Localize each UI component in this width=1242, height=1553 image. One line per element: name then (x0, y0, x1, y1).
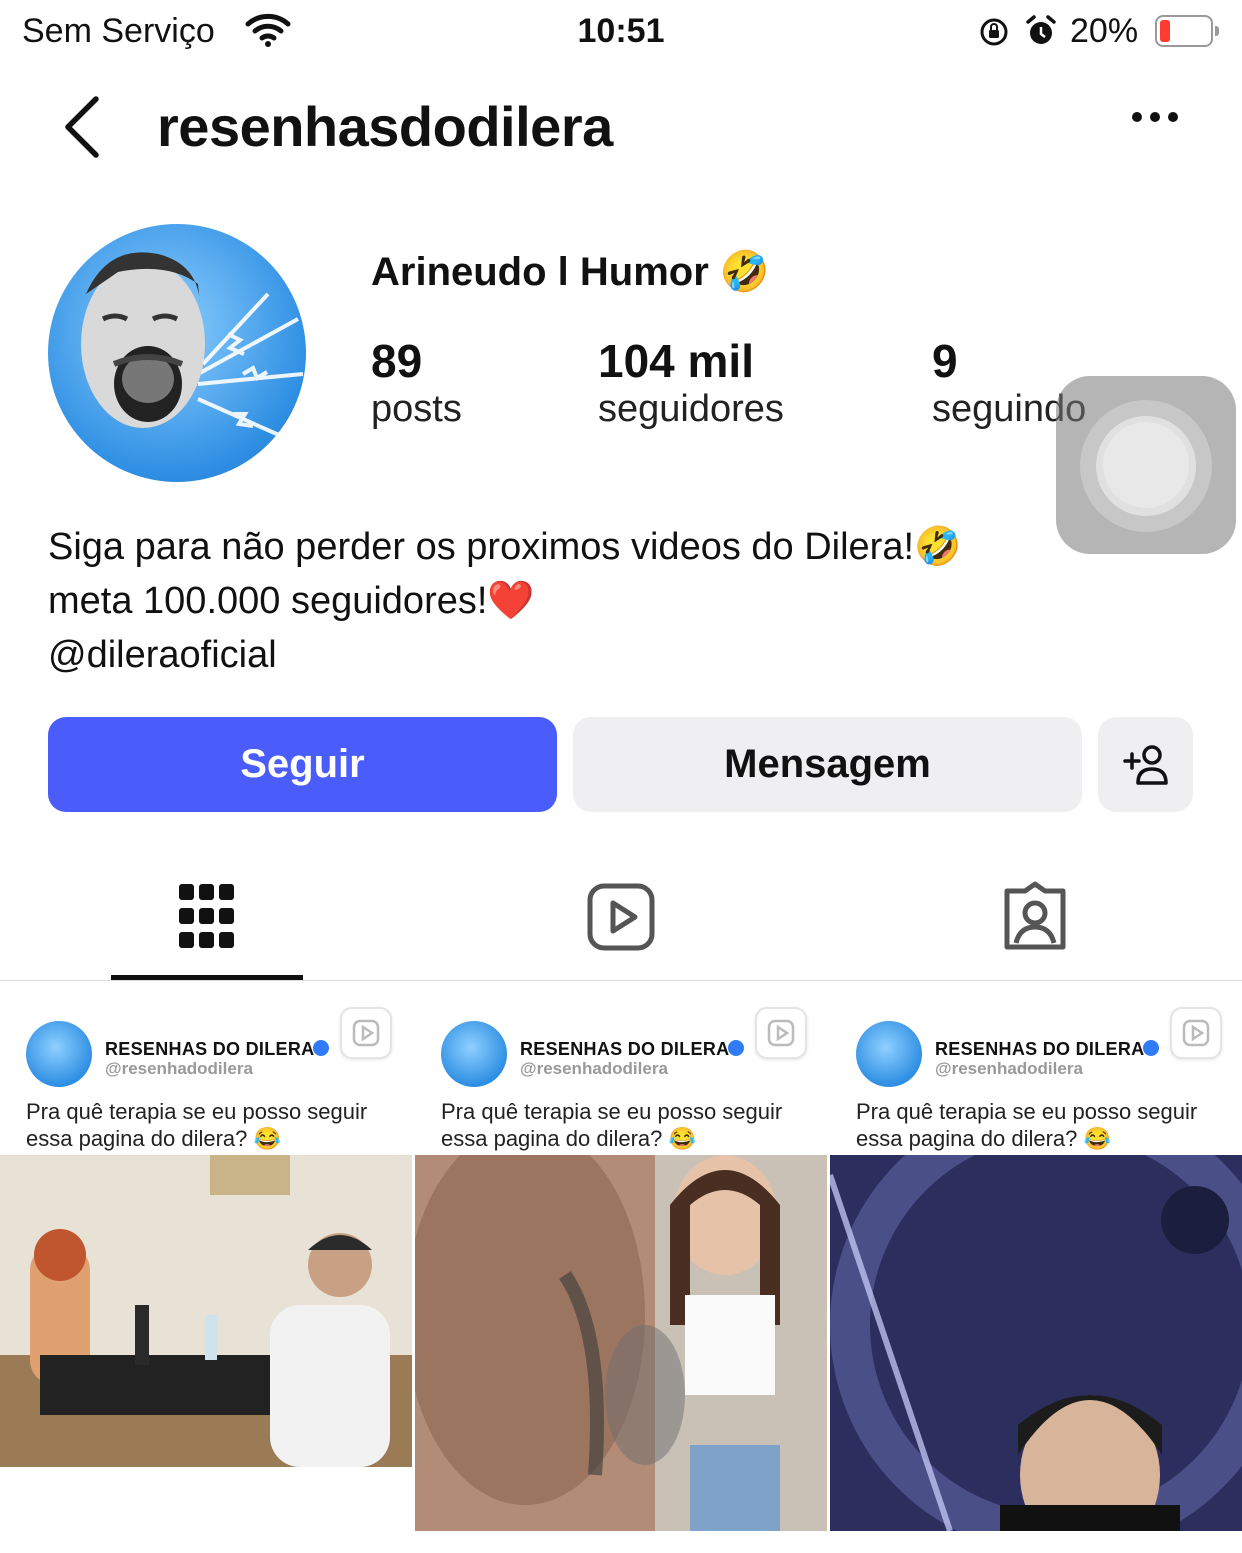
rotation-lock-icon (980, 18, 1008, 46)
reel-badge-icon (1170, 1007, 1222, 1059)
post-caption: Pra quê terapia se eu posso seguir essa … (26, 1099, 368, 1151)
post-author-avatar (441, 1021, 507, 1087)
verified-badge-icon (313, 1040, 329, 1056)
post-author-name: RESENHAS DO DILERA (935, 1039, 1145, 1059)
bio-line-1: Siga para não perder os proximos videos … (48, 526, 962, 568)
add-user-button[interactable] (1098, 717, 1193, 812)
tagged-icon[interactable] (1001, 881, 1069, 951)
reel-badge-icon (755, 1007, 807, 1059)
post-author-name: RESENHAS DO DILERA (105, 1039, 315, 1059)
stat-posts-label: posts (371, 388, 462, 430)
add-person-icon (1122, 744, 1168, 785)
stat-followers-value: 104 mil (598, 335, 754, 387)
post-thumbnail-image (830, 1155, 1242, 1531)
post-author-handle: @resenhadodilera (520, 1059, 668, 1078)
post-caption: Pra quê terapia se eu posso seguir essa … (856, 1099, 1198, 1151)
post-author-name: RESENHAS DO DILERA (520, 1039, 730, 1059)
verified-badge-icon (1143, 1040, 1159, 1056)
profile-bio: Siga para não perder os proximos videos … (48, 520, 961, 682)
stat-followers[interactable]: 104 mil seguidores (598, 334, 784, 431)
bio-line-2: meta 100.000 seguidores!❤️ (48, 580, 535, 622)
reels-icon[interactable] (587, 883, 655, 951)
post-author-handle: @resenhadodilera (935, 1059, 1083, 1078)
post-thumbnail-image (0, 1155, 412, 1467)
follow-button[interactable]: Seguir (48, 717, 557, 812)
post-tile[interactable]: RESENHAS DO DILERA @resenhadodilera Pra … (830, 983, 1242, 1553)
grid-icon[interactable] (179, 884, 235, 950)
post-author-avatar (26, 1021, 92, 1087)
battery-percent: 20% (1070, 12, 1139, 50)
verified-badge-icon (728, 1040, 744, 1056)
battery-icon (1155, 15, 1219, 47)
display-name: Arineudo l Humor 🤣 (371, 250, 770, 294)
avatar-face-illustration (81, 252, 304, 441)
post-author-avatar (856, 1021, 922, 1087)
post-tile[interactable]: RESENHAS DO DILERA @resenhadodilera Pra … (415, 983, 827, 1553)
reel-badge-icon (340, 1007, 392, 1059)
more-options-icon[interactable] (1130, 110, 1180, 124)
post-thumbnail-image (415, 1155, 827, 1531)
post-caption: Pra quê terapia se eu posso seguir essa … (441, 1099, 783, 1151)
stat-followers-label: seguidores (598, 388, 784, 430)
back-chevron-icon[interactable] (60, 94, 104, 160)
stat-following-value: 9 (932, 335, 958, 387)
bio-mention-link[interactable]: @dileraoficial (48, 628, 961, 682)
tabs-divider (0, 980, 1242, 981)
assistive-touch-button[interactable] (1056, 376, 1236, 554)
profile-username: resenhasdodilera (157, 95, 613, 158)
post-author-handle: @resenhadodilera (105, 1059, 253, 1078)
message-button[interactable]: Mensagem (573, 717, 1082, 812)
stat-posts-value: 89 (371, 335, 423, 387)
post-tile[interactable]: RESENHAS DO DILERA @resenhadodilera Pra … (0, 983, 412, 1553)
stat-posts[interactable]: 89 posts (371, 334, 462, 431)
status-bar: Sem Serviço 10:51 20% (0, 0, 1242, 64)
alarm-icon (1026, 15, 1056, 44)
profile-avatar[interactable] (48, 224, 306, 482)
